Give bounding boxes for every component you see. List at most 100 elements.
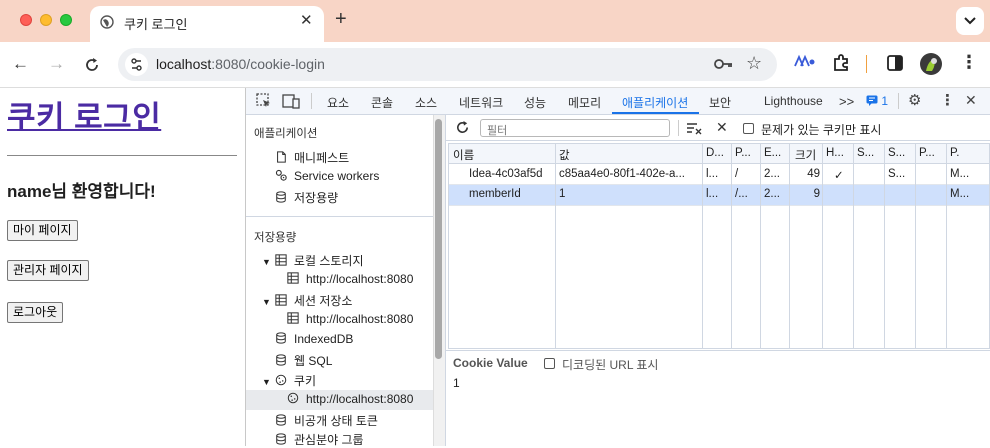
maximize-window-button[interactable] bbox=[60, 14, 72, 26]
tab-lighthouse[interactable]: Lighthouse bbox=[764, 94, 823, 108]
expand-triangle-icon[interactable]: ▼ bbox=[262, 257, 271, 267]
issues-icon bbox=[866, 95, 878, 106]
delete-selected-icon[interactable]: ✕ bbox=[716, 119, 728, 136]
issues-badge[interactable]: 1 bbox=[866, 94, 888, 108]
column-header-size[interactable]: 크기 bbox=[795, 147, 821, 163]
database-icon bbox=[276, 332, 286, 344]
refresh-icon[interactable] bbox=[455, 120, 470, 135]
tab-search-chevron-icon[interactable] bbox=[956, 7, 984, 35]
close-window-button[interactable] bbox=[20, 14, 32, 26]
sidebar-scrollbar-thumb[interactable] bbox=[435, 119, 442, 359]
reload-icon[interactable] bbox=[84, 57, 100, 73]
filter-input[interactable]: 필터 bbox=[480, 119, 670, 137]
inspect-element-icon[interactable] bbox=[256, 93, 272, 109]
settings-gear-icon[interactable]: ⚙ bbox=[908, 91, 921, 109]
cookie-expires[interactable]: 2... bbox=[764, 168, 788, 180]
column-header-value[interactable]: 값 bbox=[559, 147, 699, 163]
sidebar-item-cookies[interactable]: ▼ 쿠키 bbox=[262, 372, 316, 389]
cookie-size[interactable]: 9 bbox=[793, 188, 820, 200]
sidebar-item-web-sql[interactable]: 웹 SQL bbox=[274, 352, 332, 369]
table-icon bbox=[275, 294, 287, 306]
my-page-button[interactable]: 마이 페이지 bbox=[7, 220, 78, 241]
page-title[interactable]: 쿠키 로그인 bbox=[7, 92, 161, 137]
show-decoded-url-checkbox[interactable] bbox=[544, 358, 555, 369]
cookie-httponly[interactable]: ✓ bbox=[834, 168, 850, 182]
column-header-expires[interactable]: E... bbox=[764, 147, 788, 159]
address-bar[interactable]: localhost:8080/cookie-login ☆ bbox=[118, 48, 777, 81]
clear-filtered-icon[interactable] bbox=[686, 121, 703, 135]
cookie-name[interactable]: memberId bbox=[469, 188, 553, 200]
more-tabs-icon[interactable]: >> bbox=[839, 94, 854, 109]
cookie-name[interactable]: Idea-4c03af5d bbox=[469, 168, 553, 180]
bookmark-star-icon[interactable]: ☆ bbox=[746, 53, 762, 74]
column-header-partition-key[interactable]: P... bbox=[919, 147, 945, 159]
cookie-path[interactable]: /... bbox=[735, 188, 759, 200]
sidebar-item-indexeddb[interactable]: IndexedDB bbox=[274, 332, 353, 346]
extensions-puzzle-icon[interactable] bbox=[832, 54, 850, 72]
sidebar-item-manifest[interactable]: 매니페스트 bbox=[274, 149, 349, 166]
column-header-samesite[interactable]: S... bbox=[888, 147, 914, 159]
devtools-menu-icon[interactable]: ⋮ bbox=[940, 91, 955, 109]
tab-elements[interactable]: 요소 bbox=[327, 94, 349, 111]
tab-security[interactable]: 보안 bbox=[709, 94, 731, 111]
only-issues-checkbox[interactable] bbox=[743, 123, 754, 134]
cookie-priority[interactable]: M... bbox=[950, 168, 986, 180]
tab-sources[interactable]: 소스 bbox=[415, 94, 437, 111]
browser-tab-active[interactable]: 쿠키 로그인 ✕ bbox=[90, 6, 324, 42]
browser-menu-icon[interactable]: ⋮ bbox=[960, 52, 978, 73]
tab-network[interactable]: 네트워크 bbox=[459, 94, 503, 111]
expand-triangle-icon[interactable]: ▼ bbox=[262, 297, 271, 307]
cookie-path[interactable]: / bbox=[735, 168, 759, 180]
cookie-domain[interactable]: l... bbox=[706, 168, 730, 180]
forward-arrow-icon[interactable]: → bbox=[48, 54, 65, 74]
section-storage-title: 저장용량 bbox=[254, 232, 297, 244]
sidebar-item-storage-overview[interactable]: 저장용량 bbox=[274, 189, 338, 206]
cookie-domain[interactable]: l... bbox=[706, 188, 730, 200]
tab-performance[interactable]: 성능 bbox=[524, 94, 546, 111]
minimize-window-button[interactable] bbox=[40, 14, 52, 26]
tab-console[interactable]: 콘솔 bbox=[371, 94, 393, 111]
column-header-priority[interactable]: P. bbox=[950, 147, 986, 159]
column-header-domain[interactable]: D... bbox=[706, 147, 730, 159]
cookie-samesite[interactable]: S... bbox=[888, 168, 914, 180]
column-divider bbox=[555, 144, 556, 348]
show-decoded-url-label: 디코딩된 URL 표시 bbox=[562, 358, 659, 372]
toolbar-divider bbox=[678, 120, 679, 136]
tab-memory[interactable]: 메모리 bbox=[568, 94, 601, 111]
sidebar-item-interest-groups[interactable]: 관심분야 그룹 bbox=[274, 431, 364, 448]
extension-wave-icon[interactable] bbox=[794, 54, 816, 70]
tab-application[interactable]: 애플리케이션 bbox=[622, 94, 688, 111]
column-divider bbox=[915, 144, 916, 348]
url-text[interactable]: localhost:8080/cookie-login bbox=[156, 56, 325, 72]
back-arrow-icon[interactable]: ← bbox=[12, 54, 29, 74]
sidebar-item-local-storage[interactable]: ▼ 로컬 스토리지 bbox=[262, 252, 364, 269]
sidebar-item-session-storage-origin[interactable]: http://localhost:8080 bbox=[286, 312, 413, 326]
sidebar-item-local-storage-origin[interactable]: http://localhost:8080 bbox=[286, 272, 413, 286]
admin-page-button[interactable]: 관리자 페이지 bbox=[7, 260, 89, 281]
cookie-value[interactable]: c85aa4e0-80f1-402e-a... bbox=[559, 168, 701, 180]
close-tab-icon[interactable]: ✕ bbox=[300, 11, 313, 29]
side-panel-icon[interactable] bbox=[886, 54, 904, 72]
sidebar-item-cookies-origin[interactable]: http://localhost:8080 bbox=[286, 392, 413, 406]
logout-button[interactable]: 로그아웃 bbox=[7, 302, 64, 323]
cookie-expires[interactable]: 2... bbox=[764, 188, 788, 200]
column-header-name[interactable]: 이름 bbox=[453, 147, 553, 163]
sidebar-item-session-storage[interactable]: ▼ 세션 저장소 bbox=[262, 292, 352, 309]
column-divider bbox=[822, 144, 823, 348]
sidebar-item-private-state-tokens[interactable]: 비공개 상태 토큰 bbox=[274, 412, 378, 429]
expand-triangle-icon[interactable]: ▼ bbox=[262, 377, 271, 387]
cookie-size[interactable]: 49 bbox=[793, 168, 820, 180]
column-header-path[interactable]: P... bbox=[735, 147, 759, 159]
cookie-value-text[interactable]: 1 bbox=[453, 376, 460, 390]
key-icon[interactable] bbox=[714, 57, 734, 71]
column-header-secure[interactable]: S... bbox=[857, 147, 883, 159]
cookie-priority[interactable]: M... bbox=[950, 188, 986, 200]
sidebar-item-service-workers[interactable]: Service workers bbox=[274, 169, 379, 183]
column-header-httponly[interactable]: H... bbox=[826, 147, 852, 159]
new-tab-icon[interactable]: + bbox=[335, 8, 347, 31]
profile-avatar[interactable] bbox=[920, 53, 942, 75]
site-info-icon[interactable] bbox=[125, 53, 148, 76]
cookie-value[interactable]: 1 bbox=[559, 188, 701, 200]
device-toolbar-icon[interactable] bbox=[282, 93, 300, 109]
close-devtools-icon[interactable]: ✕ bbox=[965, 92, 977, 109]
